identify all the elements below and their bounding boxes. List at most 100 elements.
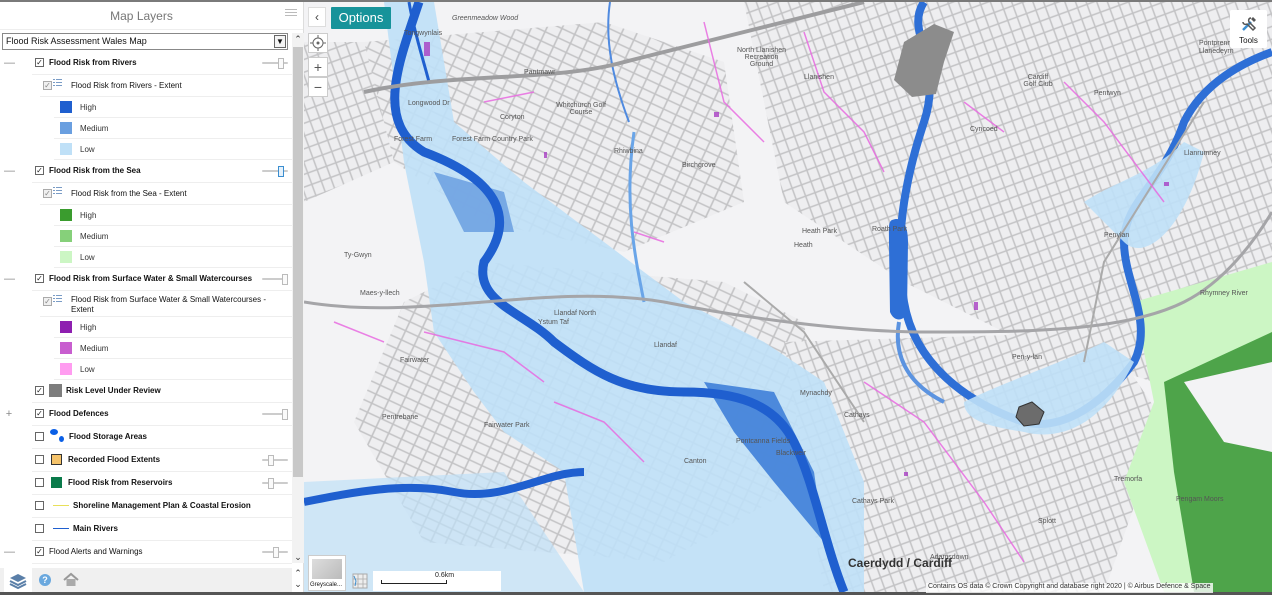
legend-item: High	[54, 317, 292, 338]
layer-row-alerts[interactable]: — ✓ Flood Alerts and Warnings	[4, 541, 292, 564]
layer-checkbox[interactable]	[35, 524, 44, 533]
map-label: Pentrebane	[382, 414, 419, 421]
map-label: Pentwyn	[1094, 90, 1121, 97]
help-icon: ?	[39, 574, 51, 586]
legend-item: Medium	[54, 226, 292, 247]
scale-bar-line	[381, 580, 447, 584]
tools-button[interactable]: Tools	[1230, 10, 1267, 48]
map-label: North Llanishen Recreation Ground	[736, 47, 787, 68]
legend-list-icon[interactable]	[53, 79, 62, 91]
layer-row-reservoirs[interactable]: Flood Risk from Reservoirs	[32, 472, 292, 495]
sublayer-row[interactable]: ✓ Flood Risk from Rivers - Extent	[40, 75, 292, 97]
layer-checkbox[interactable]: ✓	[35, 547, 44, 556]
scroll-down-icon[interactable]: ⌄	[292, 551, 304, 563]
layer-row-surface-water[interactable]: — ✓ Flood Risk from Surface Water & Smal…	[4, 268, 292, 291]
collapse-icon[interactable]: —	[4, 165, 15, 177]
basemap-switcher[interactable]: Greyscale...	[308, 555, 346, 591]
sublayer-row[interactable]: ✓ Flood Risk from the Sea - Extent	[40, 183, 292, 205]
panel-footer: ? ⌃ ⌄	[0, 568, 302, 592]
list-view-icon[interactable]	[285, 9, 297, 19]
layer-row-sea[interactable]: — ✓ Flood Risk from the Sea	[4, 160, 292, 183]
layer-checkbox[interactable]: ✓	[35, 166, 44, 175]
layer-checkbox[interactable]	[35, 478, 44, 487]
expand-icon[interactable]: +	[4, 408, 14, 420]
sublayer-row[interactable]: ✓ Flood Risk from Surface Water & Small …	[40, 291, 292, 317]
collapse-icon[interactable]: —	[4, 57, 15, 69]
tab-home[interactable]	[58, 568, 86, 592]
opacity-slider[interactable]	[262, 547, 288, 558]
legend-item: Low	[54, 247, 292, 268]
map-label: Fairwater	[400, 357, 430, 364]
layer-row-flood-storage[interactable]: Flood Storage Areas	[32, 426, 292, 449]
map-label: Whitchurch Golf Course	[556, 102, 606, 116]
layer-row-main-rivers[interactable]: Main Rivers	[32, 518, 292, 541]
map-label: Pontcanna Fields	[736, 438, 791, 445]
legend-label: Medium	[80, 344, 109, 353]
layer-row-shoreline[interactable]: Shoreline Management Plan & Coastal Eros…	[32, 495, 292, 518]
locate-button[interactable]	[308, 33, 328, 53]
legend-list-icon[interactable]	[53, 187, 62, 199]
sublayer-checkbox[interactable]: ✓	[43, 189, 52, 198]
layer-row-rivers[interactable]: — ✓ Flood Risk from Rivers	[4, 52, 292, 75]
legend-line	[53, 505, 69, 506]
layer-checkbox[interactable]: ✓	[35, 386, 44, 395]
layer-label: Flood Risk from Rivers	[49, 58, 137, 67]
layer-label: Main Rivers	[73, 524, 118, 533]
chevron-down-icon[interactable]: ▼	[274, 35, 286, 48]
layer-label: Risk Level Under Review	[66, 386, 161, 395]
layer-checkbox[interactable]	[35, 432, 44, 441]
scale-bar: 0.6km	[373, 571, 501, 591]
layer-checkbox[interactable]: ✓	[35, 58, 44, 67]
map-label: Llandaf North	[554, 310, 597, 317]
layer-checkbox[interactable]	[35, 501, 44, 510]
tab-help[interactable]: ?	[32, 568, 60, 592]
scrollbar-thumb[interactable]	[293, 47, 303, 477]
options-button[interactable]: Options	[331, 7, 391, 29]
zoom-out-button[interactable]: −	[308, 77, 328, 97]
legend-swatch	[51, 454, 62, 465]
flood-storage-icon	[50, 429, 58, 435]
opacity-slider[interactable]	[262, 478, 288, 489]
map-label: Cathays	[844, 412, 870, 419]
map-canvas[interactable]: Greenmeadow Wood Tongwynlais Pantmawr Wh…	[304, 2, 1272, 592]
legend-item: Low	[54, 139, 292, 160]
scale-bar-label: 0.6km	[435, 572, 455, 579]
opacity-slider[interactable]	[262, 274, 288, 285]
tools-label: Tools	[1239, 36, 1258, 45]
collapse-panel-button[interactable]: ‹	[308, 7, 326, 27]
opacity-slider[interactable]	[262, 166, 288, 177]
legend-swatch	[60, 209, 72, 221]
opacity-slider[interactable]	[262, 455, 288, 466]
sublayer-checkbox[interactable]: ✓	[43, 81, 52, 90]
layer-row-flood-defences[interactable]: + ✓ Flood Defences	[6, 403, 292, 426]
legend-item: Medium	[54, 338, 292, 359]
locate-icon	[310, 35, 326, 51]
layer-checkbox[interactable]: ✓	[35, 409, 44, 418]
opacity-slider[interactable]	[262, 409, 288, 420]
layer-checkbox[interactable]: ✓	[35, 274, 44, 283]
layer-row-risk-review[interactable]: ✓ Risk Level Under Review	[32, 380, 292, 403]
layer-label: Flood Alerts and Warnings	[49, 547, 143, 556]
tools-icon	[1241, 17, 1256, 32]
collapse-icon[interactable]: —	[4, 273, 15, 285]
map-label: Forest Farm	[394, 136, 433, 143]
map-label: Mynachdy	[800, 390, 832, 397]
grid-tile-icon[interactable]	[352, 573, 368, 589]
map-label: Birchgrove	[682, 162, 716, 169]
map-label: Cardiff Golf Club	[1023, 74, 1053, 88]
layer-row-recorded-extents[interactable]: Recorded Flood Extents	[32, 449, 292, 472]
tab-layers[interactable]	[4, 568, 32, 592]
layer-checkbox[interactable]	[35, 455, 44, 464]
sublayer-label: Flood Risk from the Sea - Extent	[71, 189, 187, 198]
map-label: Llandaf	[654, 342, 677, 349]
legend-label: Medium	[80, 232, 109, 241]
sublayer-checkbox[interactable]: ✓	[43, 297, 52, 306]
layer-list-scrollbar[interactable]: ⌃ ⌄	[292, 33, 304, 563]
legend-list-icon[interactable]	[53, 295, 62, 307]
collapse-icon[interactable]: —	[4, 546, 15, 558]
basemap-scroll[interactable]: ⌃ ⌄	[292, 568, 304, 592]
scroll-up-icon[interactable]: ⌃	[292, 33, 304, 45]
opacity-slider[interactable]	[262, 58, 288, 69]
zoom-in-button[interactable]: +	[308, 57, 328, 77]
map-select-dropdown[interactable]: Flood Risk Assessment Wales Map ▼	[2, 33, 288, 50]
